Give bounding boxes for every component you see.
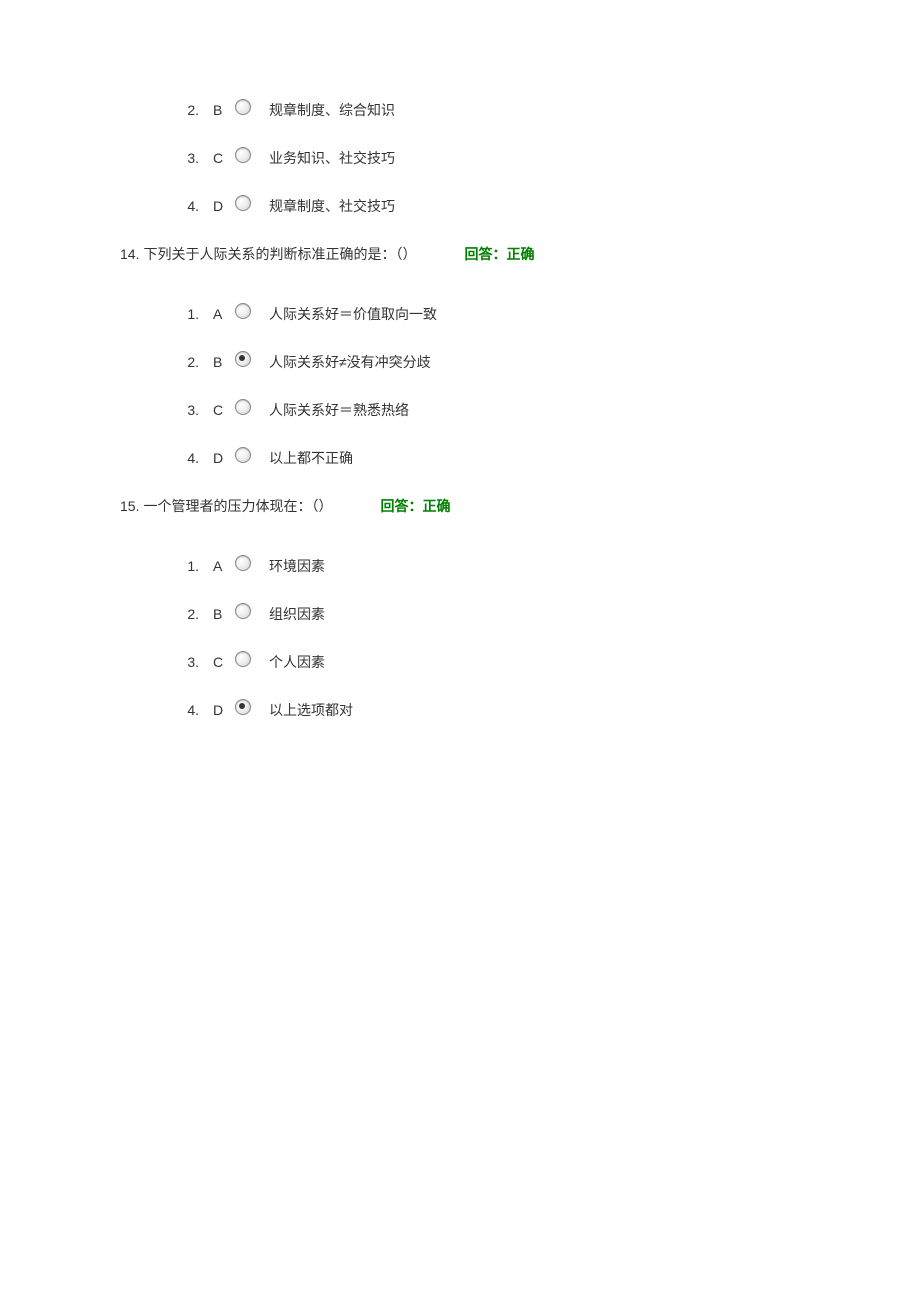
option-letter: A bbox=[213, 558, 227, 574]
radio-button[interactable] bbox=[235, 351, 251, 367]
answer-status: 回答：正确 bbox=[380, 496, 450, 516]
radio-button[interactable] bbox=[235, 651, 251, 667]
option-number: 3. bbox=[175, 402, 199, 418]
option-row: 1. A 环境因素 bbox=[120, 556, 920, 576]
radio-button[interactable] bbox=[235, 447, 251, 463]
option-row: 1. A 人际关系好＝价值取向一致 bbox=[120, 304, 920, 324]
option-text: 规章制度、综合知识 bbox=[269, 100, 395, 120]
radio-button[interactable] bbox=[235, 603, 251, 619]
radio-button[interactable] bbox=[235, 699, 251, 715]
radio-button[interactable] bbox=[235, 99, 251, 115]
option-letter: D bbox=[213, 198, 227, 214]
question-row: 14. 下列关于人际关系的判断标准正确的是：（） 回答：正确 bbox=[120, 244, 920, 264]
radio-button[interactable] bbox=[235, 303, 251, 319]
option-letter: B bbox=[213, 354, 227, 370]
option-text: 环境因素 bbox=[269, 556, 325, 576]
radio-button[interactable] bbox=[235, 399, 251, 415]
option-text: 个人因素 bbox=[269, 652, 325, 672]
option-number: 2. bbox=[175, 606, 199, 622]
question-number: 15. bbox=[120, 498, 139, 514]
option-number: 1. bbox=[175, 558, 199, 574]
option-number: 4. bbox=[175, 702, 199, 718]
question-text: 下列关于人际关系的判断标准正确的是：（） bbox=[143, 244, 416, 264]
radio-button[interactable] bbox=[235, 195, 251, 211]
option-text: 以上选项都对 bbox=[269, 700, 353, 720]
option-letter: B bbox=[213, 102, 227, 118]
option-row: 4. D 以上选项都对 bbox=[120, 700, 920, 720]
option-text: 人际关系好＝价值取向一致 bbox=[269, 304, 437, 324]
option-row: 3. C 业务知识、社交技巧 bbox=[120, 148, 920, 168]
option-text: 业务知识、社交技巧 bbox=[269, 148, 395, 168]
option-text: 规章制度、社交技巧 bbox=[269, 196, 395, 216]
question-number: 14. bbox=[120, 246, 139, 262]
question-text: 一个管理者的压力体现在：（） bbox=[143, 496, 332, 516]
option-letter: C bbox=[213, 402, 227, 418]
option-number: 4. bbox=[175, 198, 199, 214]
question-row: 15. 一个管理者的压力体现在：（） 回答：正确 bbox=[120, 496, 920, 516]
option-number: 1. bbox=[175, 306, 199, 322]
option-row: 4. D 规章制度、社交技巧 bbox=[120, 196, 920, 216]
option-letter: A bbox=[213, 306, 227, 322]
radio-button[interactable] bbox=[235, 555, 251, 571]
option-row: 2. B 人际关系好≠没有冲突分歧 bbox=[120, 352, 920, 372]
option-number: 3. bbox=[175, 654, 199, 670]
option-row: 3. C 个人因素 bbox=[120, 652, 920, 672]
option-row: 4. D 以上都不正确 bbox=[120, 448, 920, 468]
quiz-content: 2. B 规章制度、综合知识 3. C 业务知识、社交技巧 4. D 规章制度、… bbox=[0, 0, 920, 720]
option-letter: D bbox=[213, 702, 227, 718]
option-number: 4. bbox=[175, 450, 199, 466]
option-row: 2. B 规章制度、综合知识 bbox=[120, 100, 920, 120]
option-number: 2. bbox=[175, 102, 199, 118]
answer-status: 回答：正确 bbox=[464, 244, 534, 264]
option-letter: B bbox=[213, 606, 227, 622]
option-row: 3. C 人际关系好＝熟悉热络 bbox=[120, 400, 920, 420]
option-text: 组织因素 bbox=[269, 604, 325, 624]
radio-button[interactable] bbox=[235, 147, 251, 163]
option-text: 人际关系好≠没有冲突分歧 bbox=[269, 352, 431, 372]
option-number: 3. bbox=[175, 150, 199, 166]
option-row: 2. B 组织因素 bbox=[120, 604, 920, 624]
option-text: 以上都不正确 bbox=[269, 448, 353, 468]
option-letter: C bbox=[213, 150, 227, 166]
option-letter: D bbox=[213, 450, 227, 466]
option-text: 人际关系好＝熟悉热络 bbox=[269, 400, 409, 420]
option-letter: C bbox=[213, 654, 227, 670]
option-number: 2. bbox=[175, 354, 199, 370]
